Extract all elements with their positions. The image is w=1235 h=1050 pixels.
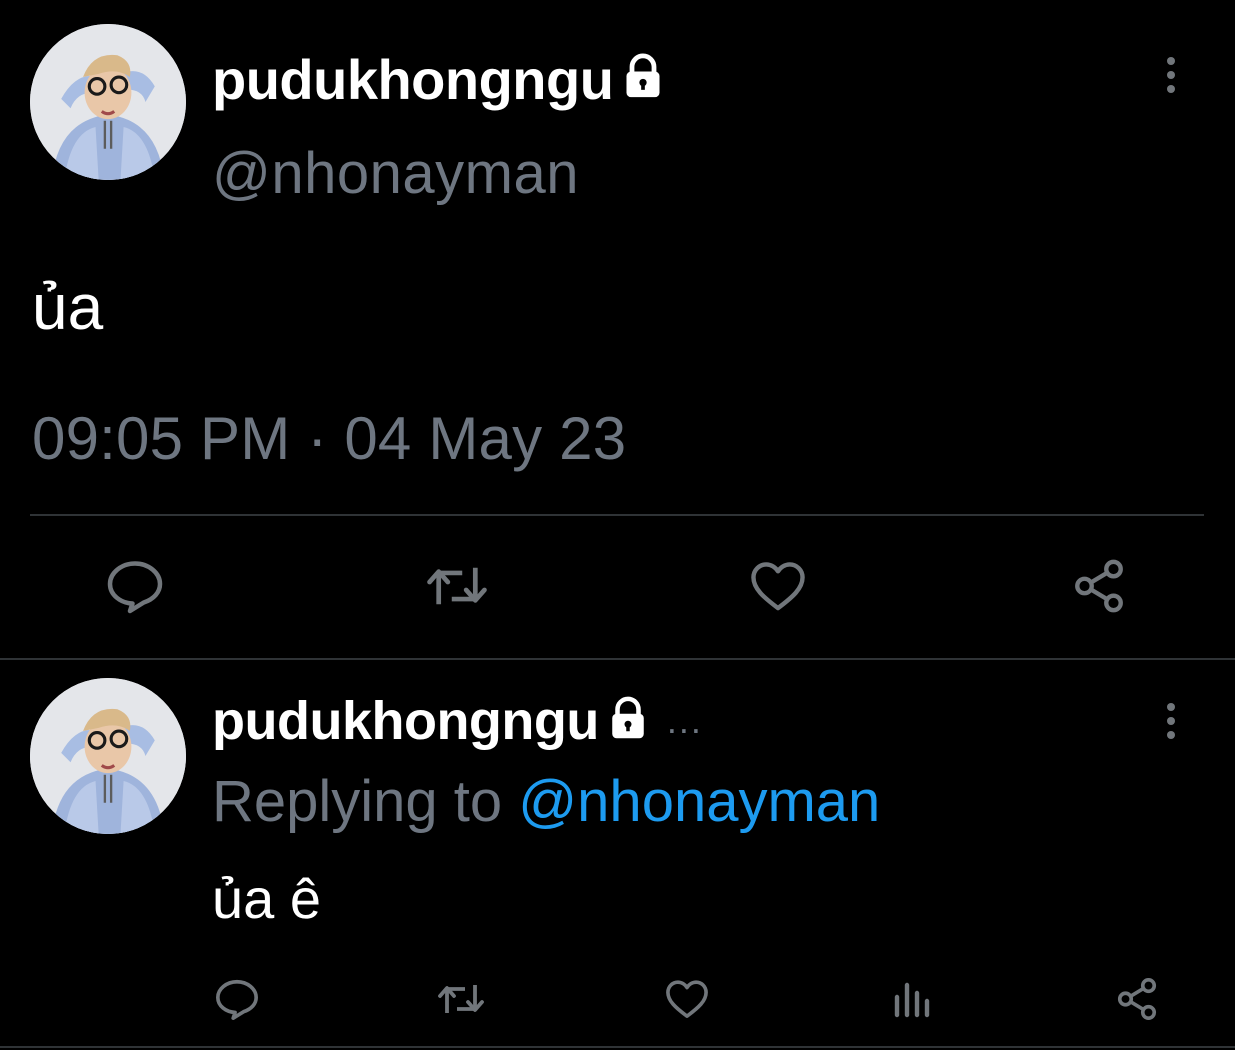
more-vertical-icon bbox=[1167, 703, 1175, 739]
replying-prefix: Replying to bbox=[212, 769, 519, 834]
retweet-icon bbox=[427, 567, 487, 605]
handle[interactable]: @nhonayman bbox=[212, 140, 579, 207]
more-vertical-icon bbox=[1167, 57, 1175, 93]
views-icon bbox=[894, 982, 930, 1018]
tweet-text: ủa bbox=[32, 271, 104, 343]
tweet-detail-page: pudukhongngu @nhonayman ủa 09:05 PM · 04… bbox=[0, 0, 1235, 1050]
lock-icon bbox=[607, 696, 649, 747]
retweet-icon bbox=[438, 985, 484, 1013]
like-icon bbox=[666, 980, 708, 1018]
reply-icon bbox=[216, 979, 258, 1020]
divider bbox=[0, 658, 1235, 660]
replying-to: Replying to @nhonayman bbox=[212, 768, 880, 835]
avatar[interactable] bbox=[30, 24, 186, 180]
like-button[interactable] bbox=[744, 556, 812, 616]
truncation-ellipsis: ... bbox=[666, 700, 703, 741]
retweet-button[interactable] bbox=[432, 972, 490, 1026]
tweet-text: ủa ê bbox=[212, 867, 321, 930]
share-button[interactable] bbox=[1066, 554, 1132, 618]
lock-icon bbox=[621, 53, 665, 106]
more-options-button[interactable] bbox=[1156, 50, 1186, 100]
divider bbox=[30, 514, 1204, 516]
reply-icon bbox=[107, 561, 163, 614]
display-name[interactable]: pudukhongngu bbox=[212, 47, 614, 112]
share-icon bbox=[1117, 978, 1157, 1020]
avatar-image bbox=[30, 24, 186, 180]
avatar[interactable] bbox=[30, 678, 186, 834]
display-name[interactable]: pudukhongngu bbox=[212, 690, 599, 752]
retweet-button[interactable] bbox=[420, 556, 494, 616]
divider bbox=[0, 1046, 1235, 1048]
more-options-button[interactable] bbox=[1156, 696, 1186, 746]
share-icon bbox=[1075, 559, 1123, 613]
author-row: pudukhongngu bbox=[212, 44, 665, 114]
share-button[interactable] bbox=[1110, 972, 1164, 1026]
avatar-image bbox=[30, 678, 186, 834]
reply-button[interactable] bbox=[210, 972, 264, 1026]
reply-button[interactable] bbox=[100, 556, 170, 616]
author-row: pudukhongngu ... bbox=[212, 688, 703, 754]
mention-link[interactable]: @nhonayman bbox=[518, 769, 880, 834]
main-tweet: pudukhongngu @nhonayman ủa 09:05 PM · 04… bbox=[0, 0, 1235, 660]
views-button[interactable] bbox=[886, 972, 936, 1026]
like-button[interactable] bbox=[660, 972, 714, 1026]
like-icon bbox=[751, 562, 805, 611]
tweet-timestamp[interactable]: 09:05 PM · 04 May 23 bbox=[32, 404, 626, 473]
